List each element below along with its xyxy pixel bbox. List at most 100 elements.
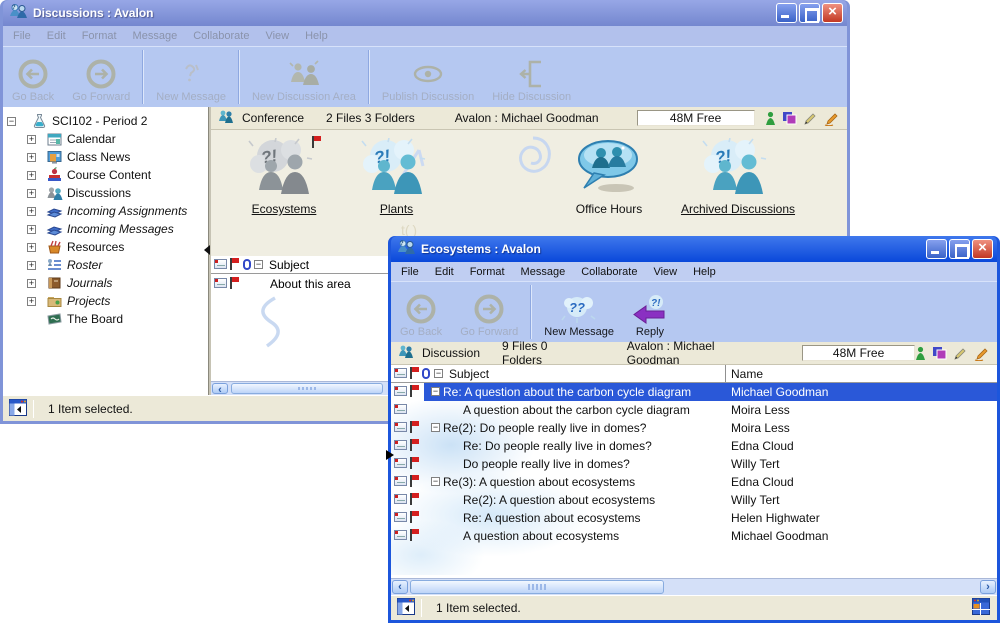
bw-toolbar-new-discussion-area[interactable]: New Discussion Area — [243, 47, 365, 107]
collapse-thread-icon[interactable]: − — [431, 423, 440, 432]
scroll-left-button[interactable]: ‹ — [392, 580, 408, 594]
sidebar-item-calendar[interactable]: + Calendar — [3, 130, 208, 148]
expand-icon[interactable]: + — [27, 243, 36, 252]
bw-toolbar-new-message[interactable]: New Message — [147, 47, 235, 107]
minimize-button[interactable] — [776, 3, 797, 23]
fw-menu-format[interactable]: Format — [462, 264, 513, 280]
message-row[interactable]: − Re: A question about ecosystems Helen … — [391, 509, 997, 527]
expand-icon[interactable]: + — [27, 189, 36, 198]
conference-item-office-hours[interactable]: Office Hours — [549, 138, 669, 216]
list-header[interactable]: − Subject Name — [391, 365, 997, 383]
sidebar-item-roster[interactable]: + Roster — [3, 256, 208, 274]
toolbar: Go Back Go Forward New Message New Discu… — [3, 46, 847, 107]
sidebar-item-incoming-messages[interactable]: + Incoming Messages — [3, 220, 208, 238]
minimize-button[interactable] — [926, 239, 947, 259]
flask-icon — [31, 113, 48, 129]
conference-item-archived-discussions[interactable]: ?! Archived Discussions — [659, 138, 817, 216]
fw-menu-message[interactable]: Message — [513, 264, 574, 280]
expand-icon[interactable]: + — [27, 261, 36, 270]
item-label: Incoming Messages — [67, 222, 174, 236]
bw-toolbar-go-back[interactable]: Go Back — [3, 47, 63, 107]
fw-toolbar-go-back[interactable]: Go Back — [391, 282, 451, 342]
message-envelope-icon — [214, 278, 227, 288]
fw-toolbar-go-forward[interactable]: Go Forward — [451, 282, 527, 342]
expand-icon[interactable]: + — [27, 153, 36, 162]
subject-column-header[interactable]: Subject — [449, 367, 489, 381]
message-row[interactable]: − A question about the carbon cycle diag… — [391, 401, 997, 419]
maximize-button[interactable] — [949, 239, 970, 259]
pane-toggle-button[interactable] — [397, 598, 415, 618]
message-subject: Re(3): A question about ecosystems — [443, 475, 635, 489]
unread-flag-icon — [410, 529, 419, 541]
title-bar[interactable]: ? Discussions : Avalon — [3, 0, 847, 26]
bw-menu-collaborate[interactable]: Collaborate — [185, 28, 257, 44]
sidebar-item-the-board[interactable]: + The Board — [3, 310, 208, 328]
item-icon — [45, 185, 63, 201]
sidebar-item-journals[interactable]: + Journals — [3, 274, 208, 292]
column-divider[interactable] — [725, 365, 726, 382]
sidebar-item-resources[interactable]: + Resources — [3, 238, 208, 256]
message-row[interactable]: − Re(3): A question about ecosystems Edn… — [391, 473, 997, 491]
fw-menu-view[interactable]: View — [645, 264, 685, 280]
bw-menu-edit[interactable]: Edit — [39, 28, 74, 44]
sidebar-item-projects[interactable]: + Projects — [3, 292, 208, 310]
expand-icon[interactable]: + — [27, 207, 36, 216]
scroll-left-button[interactable]: ‹ — [212, 383, 228, 394]
horizontal-scrollbar[interactable]: ‹ › — [391, 578, 997, 595]
bw-menu-help[interactable]: Help — [297, 28, 336, 44]
toolbar-separator — [238, 50, 240, 104]
splitter-collapse-arrow[interactable] — [204, 245, 210, 255]
view-toggle-button[interactable] — [972, 598, 990, 618]
bw-menu-format[interactable]: Format — [74, 28, 125, 44]
expand-icon[interactable]: + — [27, 297, 36, 306]
item-label: Resources — [67, 240, 124, 254]
expand-icon[interactable]: + — [27, 225, 36, 234]
message-row[interactable]: − Do people really live in domes? Willy … — [391, 455, 997, 473]
fw-menu-help[interactable]: Help — [685, 264, 724, 280]
bw-menu-view[interactable]: View — [257, 28, 297, 44]
collapse-all-icon[interactable]: − — [434, 369, 443, 378]
subject-column-header[interactable]: Subject — [269, 258, 309, 272]
message-sender: Edna Cloud — [731, 439, 794, 453]
maximize-button[interactable] — [799, 3, 820, 23]
conference-item-ecosystems[interactable]: ?! Ecosystems — [229, 138, 339, 216]
expand-icon[interactable]: + — [27, 135, 36, 144]
fw-menu-edit[interactable]: Edit — [427, 264, 462, 280]
close-button[interactable] — [822, 3, 843, 23]
scrollbar-thumb[interactable] — [231, 383, 383, 394]
collapse-all-icon[interactable]: − — [254, 260, 263, 269]
expand-icon[interactable]: + — [27, 171, 36, 180]
message-row[interactable]: − A question about ecosystems Michael Go… — [391, 527, 997, 545]
fw-toolbar-reply[interactable]: ?! Reply — [623, 282, 677, 342]
sidebar-item-discussions[interactable]: + Discussions — [3, 184, 208, 202]
sidebar-root-sci102[interactable]: − SCI102 - Period 2 — [3, 112, 208, 130]
message-row[interactable]: − Re(2): A question about ecosystems Wil… — [391, 491, 997, 509]
message-row[interactable]: − Re: Do people really live in domes? Ed… — [391, 437, 997, 455]
collapse-thread-icon[interactable]: − — [431, 477, 440, 486]
fw-menu-file[interactable]: File — [393, 264, 427, 280]
close-button[interactable] — [972, 239, 993, 259]
bw-toolbar-hide-discussion[interactable]: Hide Discussion — [483, 47, 580, 107]
bw-menu-message[interactable]: Message — [125, 28, 186, 44]
message-row[interactable]: − Re: A question about the carbon cycle … — [391, 383, 997, 401]
sidebar-item-incoming-assignments[interactable]: + Incoming Assignments — [3, 202, 208, 220]
message-row[interactable]: − Re(2): Do people really live in domes?… — [391, 419, 997, 437]
conference-item-plants[interactable]: ?! Plants — [349, 138, 444, 216]
collapse-icon[interactable]: − — [7, 117, 16, 126]
expand-icon[interactable]: + — [27, 279, 36, 288]
item-icon — [45, 257, 63, 273]
name-column-header[interactable]: Name — [731, 367, 763, 381]
scrollbar-thumb[interactable] — [410, 580, 664, 594]
item-icon — [45, 221, 63, 237]
fw-menu-collaborate[interactable]: Collaborate — [573, 264, 645, 280]
sidebar-item-course-content[interactable]: + Course Content — [3, 166, 208, 184]
bw-menu-file[interactable]: File — [5, 28, 39, 44]
collapse-thread-icon[interactable]: − — [431, 387, 440, 396]
pane-toggle-button[interactable] — [9, 399, 27, 419]
fw-toolbar-new-message[interactable]: ?? New Message — [535, 282, 623, 342]
bw-toolbar-go-forward[interactable]: Go Forward — [63, 47, 139, 107]
scroll-right-button[interactable]: › — [980, 580, 996, 594]
bw-toolbar-publish-discussion[interactable]: Publish Discussion — [373, 47, 483, 107]
sidebar-item-class-news[interactable]: + Class News — [3, 148, 208, 166]
title-bar[interactable]: ? Ecosystems : Avalon — [391, 236, 997, 262]
